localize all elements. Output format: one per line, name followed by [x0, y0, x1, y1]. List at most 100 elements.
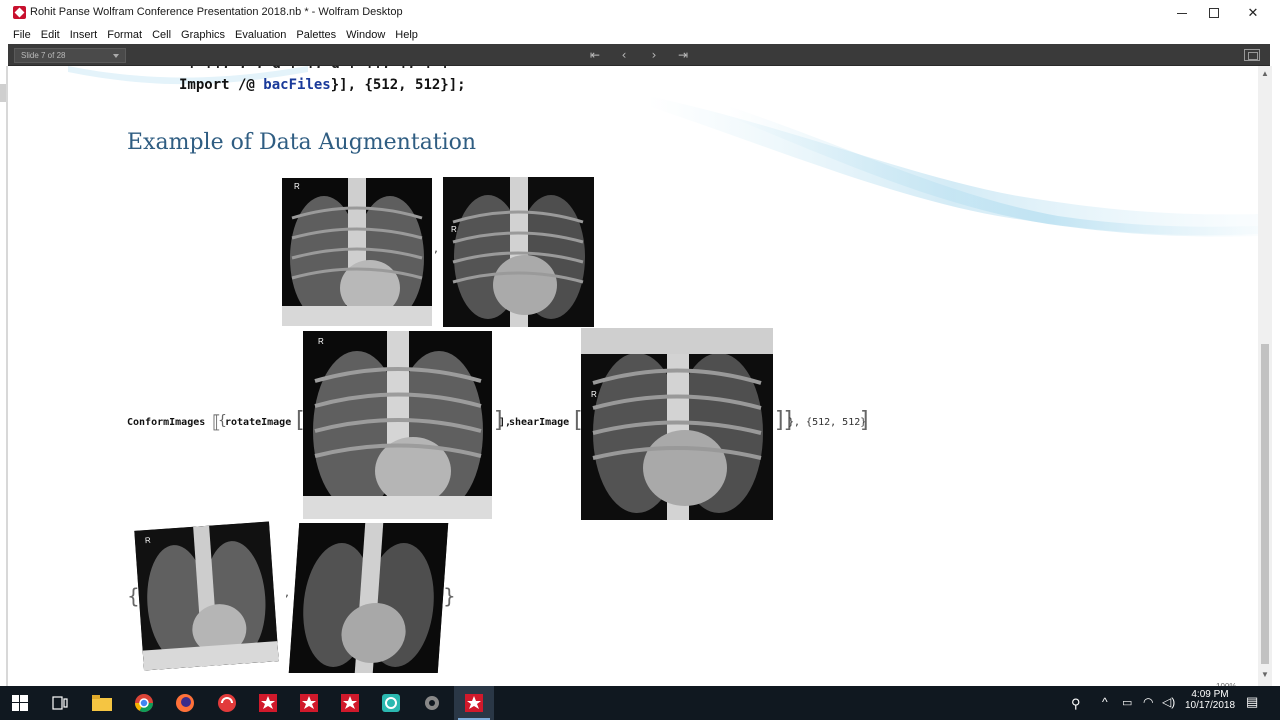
code-import-prefix: Import /@ [179, 77, 264, 93]
menu-window[interactable]: Window [341, 26, 390, 44]
fullscreen-button[interactable] [1244, 49, 1260, 61]
settings-taskbar-button[interactable] [421, 692, 443, 714]
clock-date: 10/17/2018 [1184, 700, 1236, 711]
battery-icon[interactable]: ▭ [1122, 696, 1132, 709]
firefox-taskbar-button[interactable] [174, 692, 196, 714]
chevron-down-icon [113, 54, 119, 58]
code-bacfiles-symbol: bacFiles [263, 77, 331, 93]
menu-evaluation[interactable]: Evaluation [230, 26, 291, 44]
close-button[interactable]: ✕ [1233, 0, 1273, 26]
shearimage-function: shearImage [509, 417, 570, 428]
first-slide-icon: ⇤ [589, 48, 601, 62]
xray-image-rotated-output: R [134, 521, 279, 671]
vertical-scrollbar[interactable]: ▲ ▼ [1258, 66, 1272, 686]
conform-close-bracket: ] [860, 408, 869, 433]
wifi-icon[interactable]: ◠ [1143, 695, 1153, 709]
chevron-right-icon: › [651, 48, 657, 62]
wolfram-icon [300, 694, 318, 712]
task-view-button[interactable] [49, 692, 71, 714]
xray-r-marker: R [318, 337, 324, 346]
firefox-icon [176, 694, 194, 712]
chevron-left-icon: ‹ [621, 48, 627, 62]
next-slide-button[interactable]: › [645, 47, 663, 63]
xray-image-sheared-output [288, 523, 449, 673]
code-line-partial: [ [], , , g [ ], g [ ]], ], { } [188, 66, 748, 68]
xray-graphic [282, 178, 432, 326]
teal-app-taskbar-button[interactable] [380, 692, 402, 714]
file-explorer-taskbar-button[interactable] [91, 692, 113, 714]
rotateimage-function: rotateImage [225, 417, 292, 428]
menu-edit[interactable]: Edit [36, 26, 65, 44]
code-import-line: Import /@ bacFiles}], {512, 512}]; [179, 77, 466, 93]
wolfram-taskbar-button-1[interactable] [257, 692, 279, 714]
xray-r-marker: R [144, 535, 152, 546]
menu-format[interactable]: Format [102, 26, 147, 44]
conform-size-argument: }, {512, 512} [788, 417, 867, 428]
notebook-area[interactable]: [ [], , , g [ ], g [ ]], ], { } Import /… [8, 66, 1258, 686]
menu-palettes[interactable]: Palettes [291, 26, 341, 44]
gear-icon [425, 696, 439, 710]
maximize-button[interactable] [1194, 0, 1234, 26]
scroll-thumb[interactable] [1261, 344, 1269, 664]
menu-graphics[interactable]: Graphics [176, 26, 230, 44]
slide-indicator: Slide 7 of 28 [21, 51, 66, 60]
chrome-taskbar-button[interactable] [133, 692, 155, 714]
title-bar: Rohit Panse Wolfram Conference Presentat… [0, 0, 1280, 26]
output-comma: , [284, 588, 291, 599]
clock[interactable]: 4:09 PM 10/17/2018 [1180, 689, 1240, 711]
previous-slide-button[interactable]: ‹ [615, 47, 633, 63]
chrome-icon [135, 694, 153, 713]
xray-image-shear-input: R [581, 328, 773, 520]
conformimages-function: ConformImages [127, 417, 206, 428]
wolfram-icon [341, 694, 359, 712]
slide-background-wave [68, 66, 1258, 237]
xray-r-marker: R [451, 225, 457, 234]
xray-image-top-left: R [282, 178, 432, 326]
window-left-tab [0, 84, 6, 102]
xray-r-marker: R [591, 390, 597, 399]
wolfram-taskbar-button-2[interactable] [298, 692, 320, 714]
list-comma: , [433, 244, 440, 255]
xray-graphic [134, 521, 279, 671]
maximize-icon [1209, 8, 1219, 18]
minimize-icon [1177, 12, 1187, 14]
xray-image-top-right: R [443, 177, 594, 327]
chevron-up-icon[interactable]: ^ [1102, 695, 1108, 709]
xray-graphic [443, 177, 594, 327]
windows-taskbar: ⚲ ^ ▭ ◠ ◁) 4:09 PM 10/17/2018 ▤ [0, 686, 1280, 720]
window-title: Rohit Panse Wolfram Conference Presentat… [30, 6, 403, 18]
scroll-down-icon[interactable]: ▼ [1258, 670, 1272, 680]
menu-help[interactable]: Help [390, 26, 423, 44]
task-view-icon [52, 696, 68, 710]
close-icon: ✕ [1247, 5, 1259, 20]
xray-graphic [581, 328, 773, 520]
scroll-up-icon[interactable]: ▲ [1258, 69, 1272, 79]
notifications-icon[interactable]: ▤ [1246, 694, 1258, 710]
slideshow-toolbar: Slide 7 of 28 ⇤ ‹ › ⇥ [8, 44, 1270, 66]
wolfram-desktop-taskbar-button[interactable] [463, 692, 485, 714]
volume-icon[interactable]: ◁) [1162, 695, 1175, 709]
teal-app-icon [382, 694, 400, 712]
red-swirl-app-icon [218, 694, 236, 712]
xray-image-rotate-input: R [303, 331, 492, 519]
people-icon[interactable]: ⚲ [1071, 696, 1081, 712]
red-app-taskbar-button[interactable] [216, 692, 238, 714]
wolfram-taskbar-button-3[interactable] [339, 692, 361, 714]
wolfram-icon [259, 694, 277, 712]
section-title: Example of Data Augmentation [127, 130, 477, 155]
menu-insert[interactable]: Insert [65, 26, 103, 44]
xray-graphic [288, 523, 449, 673]
first-slide-button[interactable]: ⇤ [586, 47, 604, 63]
wolfram-app-icon [13, 6, 26, 19]
menu-file[interactable]: File [8, 26, 36, 44]
last-slide-icon: ⇥ [677, 48, 689, 62]
start-button[interactable] [9, 692, 31, 714]
menu-cell[interactable]: Cell [147, 26, 176, 44]
windows-logo-icon [12, 695, 28, 711]
wolfram-icon [465, 694, 483, 712]
last-slide-button[interactable]: ⇥ [674, 47, 692, 63]
code-import-suffix: }], {512, 512}]; [330, 77, 466, 93]
output-close-brace: } [443, 584, 456, 608]
slide-selector[interactable]: Slide 7 of 28 [14, 48, 126, 63]
folder-icon [92, 695, 112, 711]
